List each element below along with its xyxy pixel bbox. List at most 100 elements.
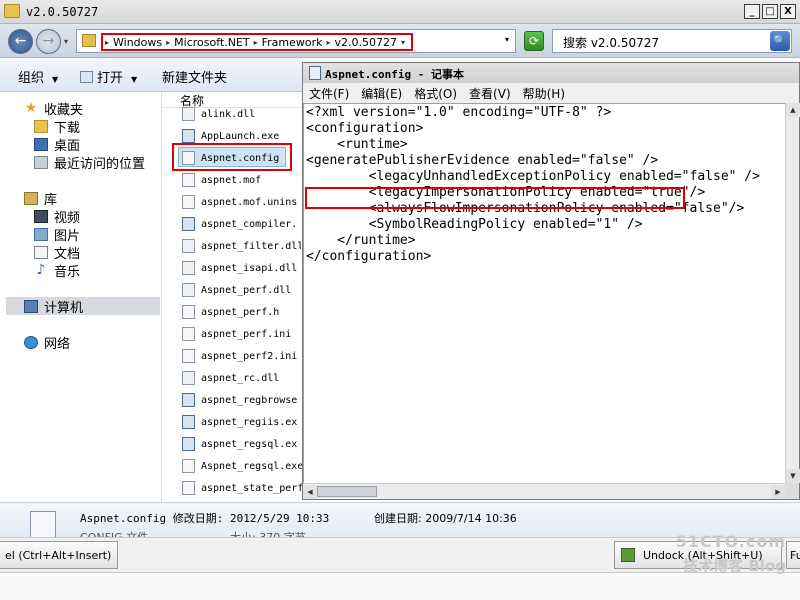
scrollbar-thumb[interactable] bbox=[317, 486, 377, 497]
watermark-line2: 技术博客 Blog bbox=[683, 557, 786, 575]
window-controls: _ □ X bbox=[744, 4, 796, 19]
file-file-icon bbox=[182, 195, 195, 209]
notepad-icon bbox=[309, 66, 321, 80]
exe-file-icon bbox=[182, 437, 195, 451]
notepad-horizontal-scrollbar[interactable]: ◀ ▶ bbox=[303, 483, 785, 499]
chevron-right-icon[interactable]: ▸ bbox=[105, 38, 109, 47]
notepad-vertical-scrollbar[interactable]: ▲ ▼ bbox=[785, 103, 800, 483]
details-name-modified: Aspnet.config 修改日期: 2012/5/29 10:33 bbox=[80, 512, 330, 525]
nav-videos[interactable]: 视频 bbox=[34, 207, 81, 226]
breadcrumb-item[interactable]: Microsoft.NET bbox=[174, 36, 249, 49]
star-icon: ★ bbox=[24, 99, 38, 116]
nav-pictures[interactable]: 图片 bbox=[34, 225, 81, 244]
scroll-down-icon[interactable]: ▼ bbox=[786, 469, 800, 483]
nav-recent[interactable]: 最近访问的位置 bbox=[34, 153, 146, 172]
file-name: aspnet_perf.ini bbox=[201, 328, 292, 340]
scroll-right-icon[interactable]: ▶ bbox=[771, 485, 785, 499]
library-icon bbox=[24, 191, 38, 205]
host-extra-button[interactable]: Fu bbox=[786, 541, 800, 569]
notepad-text-area[interactable]: <?xml version="1.0" encoding="UTF-8" ?> … bbox=[303, 103, 785, 483]
watermark-line1: 51CTO.com bbox=[675, 532, 786, 551]
nav-downloads[interactable]: 下载 bbox=[34, 117, 80, 136]
address-history-dropdown[interactable]: ▾ bbox=[505, 35, 509, 44]
chevron-right-icon[interactable]: ▸ bbox=[254, 38, 258, 47]
file-name: aspnet_regbrowse bbox=[201, 394, 298, 406]
nav-label: 视频 bbox=[54, 210, 81, 226]
download-folder-icon bbox=[34, 119, 48, 133]
network-icon bbox=[24, 335, 38, 349]
exe-file-icon bbox=[182, 393, 195, 407]
back-button[interactable]: ← bbox=[8, 29, 33, 54]
search-icon[interactable]: 🔍 bbox=[770, 31, 790, 51]
dll-file-icon bbox=[182, 283, 195, 297]
config-file-icon bbox=[182, 459, 195, 473]
open-button[interactable]: 打开 ▼ bbox=[80, 67, 137, 86]
picture-icon bbox=[34, 227, 48, 241]
annotation-box-highlighted-line bbox=[305, 187, 685, 209]
nav-label: 网络 bbox=[44, 336, 71, 352]
file-name: Aspnet_perf.dll bbox=[201, 284, 292, 296]
refresh-button[interactable]: ⟳ bbox=[524, 31, 544, 51]
menu-view[interactable]: 查看(V) bbox=[469, 85, 511, 102]
window-title: v2.0.50727 bbox=[26, 5, 99, 19]
nav-label: 最近访问的位置 bbox=[54, 156, 146, 172]
nav-libraries[interactable]: 库 bbox=[24, 189, 57, 208]
menu-help[interactable]: 帮助(H) bbox=[523, 85, 565, 102]
scroll-left-icon[interactable]: ◀ bbox=[303, 485, 317, 499]
file-name: aspnet_regsql.ex bbox=[201, 438, 298, 450]
organize-menu[interactable]: 组织 ▼ bbox=[18, 67, 58, 86]
menu-edit[interactable]: 编辑(E) bbox=[361, 85, 402, 102]
menu-format[interactable]: 格式(O) bbox=[414, 85, 457, 102]
nav-favorites[interactable]: ★ 收藏夹 bbox=[24, 99, 84, 118]
file-name: aspnet_isapi.dll bbox=[201, 262, 298, 274]
file-file-icon bbox=[182, 305, 195, 319]
nav-desktop[interactable]: 桌面 bbox=[34, 135, 80, 154]
maximize-button[interactable]: □ bbox=[762, 4, 778, 19]
folder-icon bbox=[4, 4, 20, 18]
undock-icon bbox=[621, 548, 635, 562]
close-button[interactable]: X bbox=[780, 4, 796, 19]
nav-network[interactable]: 网络 bbox=[24, 333, 71, 352]
notepad-titlebar[interactable]: Aspnet.config - 记事本 bbox=[303, 63, 799, 83]
breadcrumb-item[interactable]: v2.0.50727 bbox=[335, 36, 398, 49]
dll-file-icon bbox=[182, 107, 195, 121]
chevron-down-icon[interactable]: ▾ bbox=[401, 38, 405, 47]
watermark: 51CTO.com 技术博客 Blog bbox=[676, 532, 786, 576]
scroll-up-icon[interactable]: ▲ bbox=[786, 103, 800, 117]
recent-places-icon bbox=[34, 155, 48, 169]
breadcrumb-item[interactable]: Windows bbox=[113, 36, 162, 49]
file-name: aspnet.mof.unins bbox=[201, 196, 298, 208]
search-placeholder: 搜索 v2.0.50727 bbox=[563, 36, 659, 50]
open-icon bbox=[80, 71, 93, 83]
chevron-down-icon: ▼ bbox=[52, 75, 59, 84]
address-row: ← → ▾ ▸ Windows ▸ Microsoft.NET ▸ Framew… bbox=[0, 24, 800, 58]
minimize-button[interactable]: _ bbox=[744, 4, 760, 19]
organize-label: 组织 bbox=[18, 71, 45, 86]
nav-label: 计算机 bbox=[44, 300, 84, 316]
menu-file[interactable]: 文件(F) bbox=[309, 85, 349, 102]
nav-documents[interactable]: 文档 bbox=[34, 243, 81, 262]
document-icon bbox=[34, 245, 48, 259]
forward-button[interactable]: → bbox=[36, 29, 61, 54]
chevron-right-icon[interactable]: ▸ bbox=[166, 38, 170, 47]
nav-music[interactable]: ♪ 音乐 bbox=[34, 261, 80, 280]
ctrl-alt-insert-button[interactable]: el (Ctrl+Alt+Insert) bbox=[0, 541, 119, 569]
exe-file-icon bbox=[182, 415, 195, 429]
breadcrumb-item[interactable]: Framework bbox=[262, 36, 323, 49]
chevron-right-icon[interactable]: ▸ bbox=[327, 38, 331, 47]
search-input[interactable]: 搜索 v2.0.50727 🔍 bbox=[552, 29, 792, 53]
computer-icon bbox=[24, 299, 38, 313]
nav-computer[interactable]: 计算机 bbox=[24, 297, 84, 316]
nav-label: 收藏夹 bbox=[44, 102, 84, 118]
recent-pages-dropdown[interactable]: ▾ bbox=[64, 37, 68, 46]
nav-label: 图片 bbox=[54, 228, 81, 244]
nav-label: 文档 bbox=[54, 246, 81, 262]
file-name: aspnet_rc.dll bbox=[201, 372, 280, 384]
address-bar[interactable]: ▸ Windows ▸ Microsoft.NET ▸ Framework ▸ … bbox=[76, 29, 516, 53]
notepad-window[interactable]: Aspnet.config - 记事本 文件(F) 编辑(E) 格式(O) 查看… bbox=[302, 62, 800, 500]
breadcrumb: ▸ Windows ▸ Microsoft.NET ▸ Framework ▸ … bbox=[101, 33, 414, 51]
file-name: aspnet_compiler. bbox=[201, 218, 298, 230]
exe-file-icon bbox=[182, 217, 195, 231]
open-label: 打开 bbox=[97, 71, 124, 86]
new-folder-button[interactable]: 新建文件夹 bbox=[162, 67, 227, 86]
